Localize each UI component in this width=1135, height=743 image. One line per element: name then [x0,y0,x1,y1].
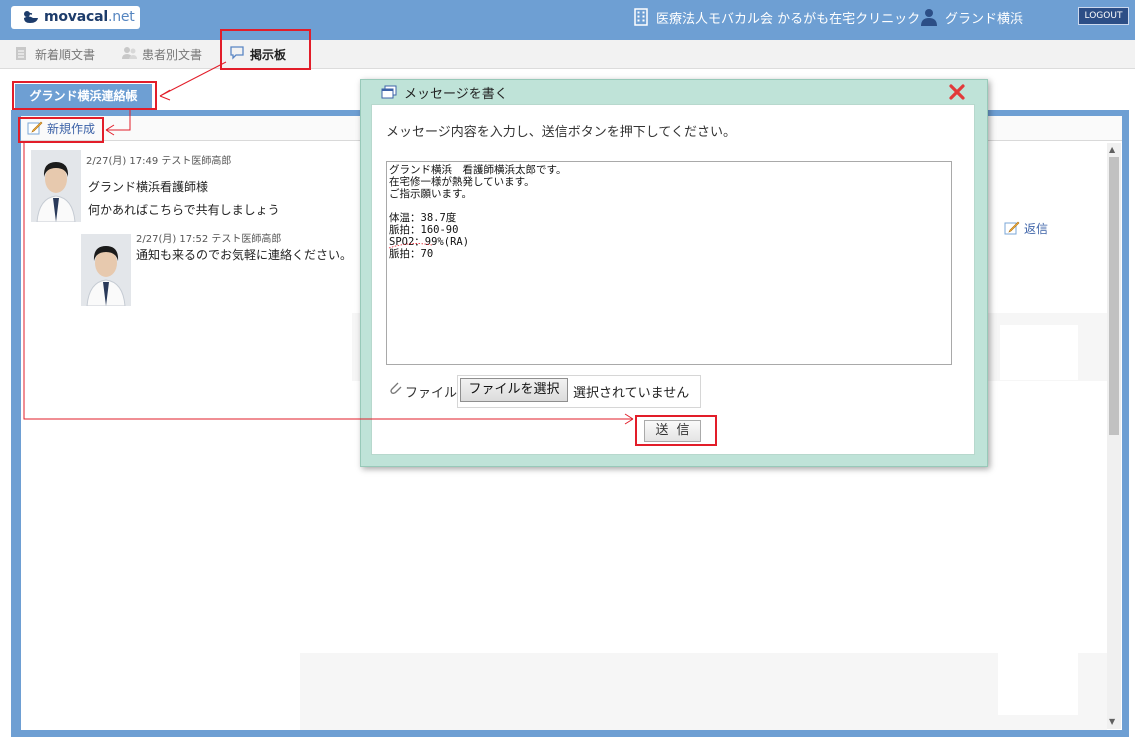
annotation-highlight-tab [220,29,311,70]
annotation-highlight-new-button [18,117,104,143]
movacal-logo[interactable]: movacal.net [11,6,140,29]
window-icon [381,85,397,102]
dialog-title: メッセージを書く [404,87,508,102]
post-meta: 2/27(月) 17:52 テスト医師高郎 [136,234,282,245]
scroll-up-icon[interactable]: ▲ [1109,145,1115,154]
annotation-highlight-send-button [635,415,717,446]
message-textarea[interactable] [386,161,952,365]
document-icon [15,46,27,64]
paperclip-icon [389,381,403,399]
annotation-highlight-board-title [12,81,157,110]
building-icon [634,8,648,30]
file-status-text: 選択されていません [573,386,690,401]
post-meta: 2/27(月) 17:49 テスト医師高郎 [86,156,232,167]
people-icon [122,46,138,63]
close-icon[interactable] [948,83,966,101]
user-icon [920,8,938,30]
duck-logo-icon [23,10,39,27]
doctor-photo-icon [31,150,81,222]
faded-background-area [300,653,1107,730]
edit-pencil-icon [1004,220,1020,238]
doctor-photo-icon [81,234,131,306]
tab-bar: 新着順文書 患者別文書 掲示板 [0,40,1135,69]
faded-background-area [1000,325,1078,380]
avatar [81,234,131,306]
logo-text: movacal.net [44,9,135,25]
post-text: グランド横浜看護師様 [88,180,209,194]
choose-file-button[interactable]: ファイルを選択 [460,378,568,402]
faded-background-area [998,653,1078,715]
post-text: 通知も来るのでお気軽に連絡ください。 [136,248,353,262]
logout-button[interactable]: LOGOUT [1078,7,1129,25]
dialog-instruction: メッセージ内容を入力し、送信ボタンを押下してください。 [386,125,736,140]
scrollbar-thumb[interactable] [1109,157,1119,435]
scroll-down-icon[interactable]: ▼ [1109,717,1115,726]
post-text: 何かあればこちらで共有しましょう [88,203,280,217]
avatar [31,150,81,222]
